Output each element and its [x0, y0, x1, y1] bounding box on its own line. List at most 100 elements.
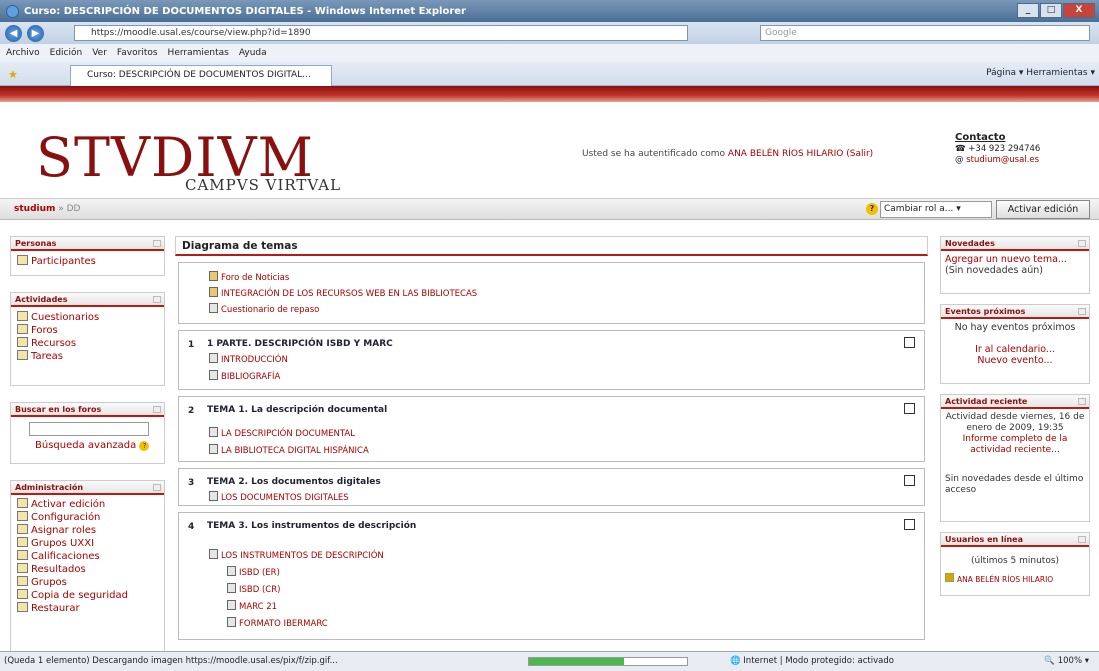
phone-icon: ☎	[955, 144, 966, 154]
resource-link[interactable]: ISBD (CR)	[227, 583, 280, 595]
backup-icon	[17, 589, 28, 599]
block-novedades: Novedades Agregar un nuevo tema... (Sin n…	[940, 236, 1090, 294]
topics-heading: Diagrama de temas	[175, 236, 928, 256]
forum-search-input[interactable]	[29, 422, 149, 436]
forward-button[interactable]: ▶	[27, 24, 44, 42]
admin-resultados[interactable]: Resultados	[11, 563, 164, 576]
breadcrumb-home[interactable]: studium	[14, 204, 55, 214]
back-button[interactable]: ◀	[5, 24, 22, 42]
tab-course[interactable]: Curso: DESCRIPCIÓN DE DOCUMENTOS DIGITAL…	[70, 65, 332, 86]
activate-editing-button[interactable]: Activar edición	[996, 200, 1090, 219]
role-select[interactable]: Cambiar rol a... ▾	[880, 201, 992, 218]
menu-herramientas[interactable]: Herramientas	[168, 48, 229, 58]
pdf-icon	[209, 353, 218, 363]
calendar-link[interactable]: Ir al calendario...	[975, 344, 1055, 355]
cuestionarios-link[interactable]: Cuestionarios	[11, 311, 164, 324]
section-3: 3 TEMA 2. Los documentos digitales LOS D…	[178, 468, 925, 506]
new-event-link[interactable]: Nuevo evento...	[977, 355, 1052, 366]
close-button[interactable]: X	[1063, 3, 1095, 18]
help-icon[interactable]: ?	[139, 441, 150, 451]
resource-link[interactable]: LA BIBLIOTECA DIGITAL HISPÁNICA	[209, 444, 369, 456]
web-icon	[209, 444, 218, 454]
at-icon: @	[955, 155, 964, 165]
admin-grupos-uxxi[interactable]: Grupos UXXI	[11, 537, 164, 550]
edit-icon	[17, 498, 28, 508]
menu-ayuda[interactable]: Ayuda	[239, 48, 267, 58]
resource-link[interactable]: MARC 21	[227, 600, 277, 612]
resource-link[interactable]: INTRODUCCIÓN	[209, 353, 288, 365]
full-report-link[interactable]: Informe completo de la actividad recient…	[963, 434, 1068, 455]
collapse-icon[interactable]	[153, 484, 161, 491]
tabs-bar: ★ Curso: DESCRIPCIÓN DE DOCUMENTOS DIGIT…	[0, 62, 1099, 86]
pdf-icon	[209, 491, 218, 501]
campus-virtual-logo: CAMPVS VIRTVAL	[185, 176, 342, 194]
collapse-icon[interactable]	[1078, 398, 1086, 405]
block-buscar-foros: Buscar en los foros Búsqueda avanzada ?	[10, 402, 165, 464]
resource-link[interactable]: FORMATO IBERMARC	[227, 617, 328, 629]
groups-icon	[17, 537, 28, 547]
online-user-link[interactable]: ANA BELÉN RÍOS HILARIO	[957, 575, 1053, 584]
recursos-link[interactable]: Recursos	[11, 337, 164, 350]
resource-link[interactable]: LOS DOCUMENTOS DIGITALES	[209, 491, 349, 503]
status-text: (Queda 1 elemento) Descargando imagen ht…	[4, 656, 338, 666]
logout-link[interactable]: (Salir)	[846, 149, 873, 159]
admin-restaurar[interactable]: Restaurar	[11, 602, 164, 615]
admin-configuracion[interactable]: Configuración	[11, 511, 164, 524]
collapse-icon[interactable]	[153, 296, 161, 303]
help-icon[interactable]: ?	[866, 203, 878, 215]
collapse-icon[interactable]	[1078, 308, 1086, 315]
cuestionario-repaso-link[interactable]: Cuestionario de repaso	[209, 303, 319, 315]
collapse-icon[interactable]	[1078, 240, 1086, 247]
menu-ver[interactable]: Ver	[92, 48, 107, 58]
resource-link[interactable]: BIBLIOGRAFÍA	[209, 370, 280, 382]
user-link[interactable]: ANA BELÉN RÍOS HILARIO	[728, 149, 843, 159]
tareas-link[interactable]: Tareas	[11, 350, 164, 363]
show-only-topic-checkbox[interactable]	[904, 519, 915, 530]
collapse-icon[interactable]	[1078, 536, 1086, 543]
advanced-search-link[interactable]: Búsqueda avanzada ?	[11, 439, 164, 452]
quiz-icon	[17, 311, 28, 321]
minimize-button[interactable]: _	[1017, 3, 1039, 18]
menu-archivo[interactable]: Archivo	[6, 48, 40, 58]
pdf-icon	[209, 427, 218, 437]
quiz-icon	[209, 303, 218, 313]
foros-link[interactable]: Foros	[11, 324, 164, 337]
resource-link[interactable]: LOS INSTRUMENTOS DE DESCRIPCIÓN	[209, 549, 384, 561]
admin-asignar-roles[interactable]: Asignar roles	[11, 524, 164, 537]
menu-edicion[interactable]: Edición	[50, 48, 83, 58]
collapse-icon[interactable]	[153, 240, 161, 247]
contact-box: Contacto ☎ +34 923 294746 @ studium@usal…	[955, 132, 1041, 165]
contact-title[interactable]: Contacto	[955, 132, 1005, 143]
collapse-icon[interactable]	[153, 406, 161, 413]
section-2: 2 TEMA 1. La descripción documental LA D…	[178, 396, 925, 462]
show-only-topic-checkbox[interactable]	[904, 403, 915, 414]
resource-link[interactable]: ISBD (ER)	[227, 566, 280, 578]
web-icon	[227, 600, 236, 610]
section-title: TEMA 3. Los instrumentos de descripción	[207, 521, 417, 531]
add-topic-link[interactable]: Agregar un nuevo tema...	[945, 254, 1067, 265]
menu-favoritos[interactable]: Favoritos	[117, 48, 158, 58]
integracion-recursos-link[interactable]: INTEGRACIÓN DE LOS RECURSOS WEB EN LAS B…	[209, 287, 477, 299]
ie-icon	[6, 4, 19, 18]
email-link[interactable]: studium@usal.es	[966, 155, 1039, 165]
ie-command-bar[interactable]: Página ▾ Herramientas ▾	[986, 68, 1095, 78]
admin-calificaciones[interactable]: Calificaciones	[11, 550, 164, 563]
foro-noticias-link[interactable]: Foro de Noticias	[209, 271, 289, 283]
participantes-link[interactable]: Participantes	[11, 255, 164, 268]
admin-copia-seguridad[interactable]: Copia de seguridad	[11, 589, 164, 602]
header-red-bar	[0, 86, 1099, 102]
resource-link[interactable]: LA DESCRIPCIÓN DOCUMENTAL	[209, 427, 355, 439]
address-input[interactable]: https://moodle.usal.es/course/view.php?i…	[74, 25, 688, 41]
admin-grupos[interactable]: Grupos	[11, 576, 164, 589]
address-toolbar: ◀ ▶ https://moodle.usal.es/course/view.p…	[0, 22, 1099, 44]
search-input[interactable]: Google	[760, 25, 1090, 41]
zoom-level[interactable]: 🔍 100% ▾	[1044, 652, 1089, 671]
admin-activar-edicion[interactable]: Activar edición	[11, 498, 164, 511]
show-only-topic-checkbox[interactable]	[904, 337, 915, 348]
block-usuarios-linea: Usuarios en línea (últimos 5 minutos) AN…	[940, 532, 1090, 596]
security-zone[interactable]: 🌐 Internet | Modo protegido: activado	[730, 652, 894, 671]
maximize-button[interactable]: □	[1040, 3, 1062, 18]
show-only-topic-checkbox[interactable]	[904, 475, 915, 486]
favorites-star-icon[interactable]: ★	[8, 68, 18, 81]
pdf-icon	[209, 549, 218, 559]
